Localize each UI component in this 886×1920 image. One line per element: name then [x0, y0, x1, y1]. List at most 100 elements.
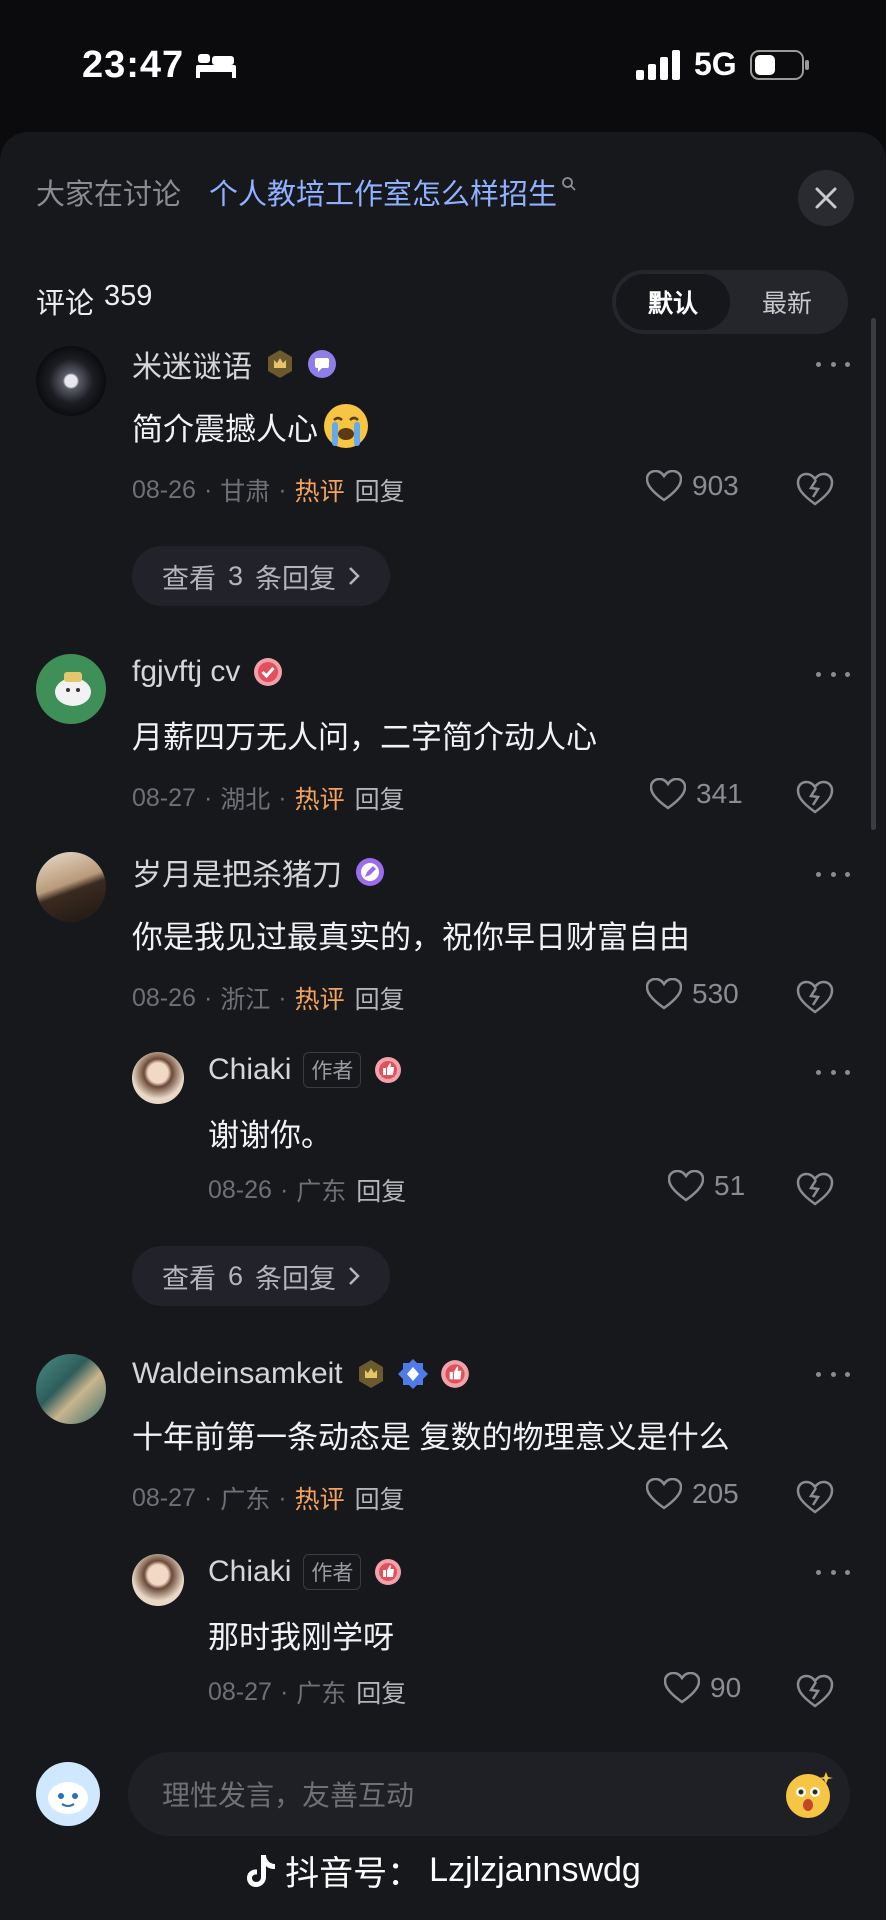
comment-author-row: 岁月是把杀猪刀: [132, 852, 396, 892]
comment-text-row: 简介震撼人心: [132, 402, 370, 450]
comment-text: 那时我刚学呀: [208, 1620, 394, 1655]
view-replies-button[interactable]: 查看 3 条回复: [132, 546, 391, 606]
more-options-button[interactable]: [816, 1562, 850, 1582]
dislike-icon[interactable]: [796, 1674, 834, 1708]
reply-button[interactable]: 回复: [355, 980, 405, 1016]
heart-icon: [646, 978, 682, 1010]
like-count: 530: [692, 978, 739, 1009]
dislike-icon[interactable]: [796, 1172, 834, 1206]
like-button[interactable]: 341: [650, 778, 743, 810]
avatar[interactable]: [36, 852, 106, 922]
view-replies-suffix: 条回复: [255, 1263, 337, 1294]
close-button[interactable]: [798, 170, 854, 226]
reply-button[interactable]: 回复: [355, 472, 405, 508]
pen-badge-icon: [354, 856, 386, 888]
avatar[interactable]: [36, 346, 106, 416]
like-button[interactable]: 530: [646, 978, 739, 1010]
heart-icon: [646, 1478, 682, 1510]
discussion-bar[interactable]: 大家在讨论 个人教培工作室怎么样招生: [36, 170, 577, 214]
like-count: 341: [696, 778, 743, 809]
comment-input[interactable]: 理性发言，友善互动: [128, 1752, 850, 1836]
chevron-right-icon: [349, 567, 360, 585]
comment-region: 广东: [296, 1680, 347, 1708]
more-options-button[interactable]: [816, 864, 850, 884]
comment-author-name[interactable]: Chiaki: [208, 1555, 291, 1589]
view-replies-count: 3: [228, 560, 244, 591]
watermark-id: Lzjlzjannswdg: [429, 1851, 641, 1889]
view-replies-count: 6: [228, 1260, 244, 1291]
like-button[interactable]: 903: [646, 470, 739, 502]
bed-icon: [196, 54, 236, 78]
comment-text: 十年前第一条动态是 复数的物理意义是什么: [132, 1420, 730, 1455]
search-icon: [562, 177, 576, 191]
comment-author-name[interactable]: fgjvftj cv: [132, 655, 240, 689]
hot-comment-badge: 热评: [294, 986, 345, 1014]
dislike-icon[interactable]: [796, 472, 834, 506]
like-button[interactable]: 205: [646, 1478, 739, 1510]
chat-badge-icon: [306, 348, 338, 380]
more-options-button[interactable]: [816, 354, 850, 374]
comment-date: 08-26: [132, 475, 196, 504]
comment-meta: 08-26 · 浙江 · 热评 回复: [132, 980, 405, 1016]
more-options-button[interactable]: [816, 1364, 850, 1384]
thumb-badge-icon: [373, 1557, 403, 1587]
comment-count: 评论 359: [36, 280, 152, 322]
avatar[interactable]: [36, 1354, 106, 1424]
comment-date: 08-26: [208, 1175, 272, 1204]
avatar[interactable]: [36, 654, 106, 724]
heart-icon: [664, 1672, 700, 1704]
comment-meta: 08-26 · 甘肃 · 热评 回复: [132, 472, 405, 508]
more-options-button[interactable]: [816, 664, 850, 684]
comment-author-name[interactable]: Chiaki: [208, 1053, 291, 1087]
like-count: 903: [692, 470, 739, 501]
reply-button[interactable]: 回复: [355, 1480, 405, 1516]
more-options-button[interactable]: [816, 1062, 850, 1082]
like-count: 90: [710, 1672, 742, 1703]
diamond-badge-icon: [397, 1358, 429, 1390]
like-button[interactable]: 90: [664, 1672, 741, 1704]
douyin-logo-icon: [247, 1854, 276, 1887]
comment-region: 广东: [296, 1178, 347, 1206]
comment-meta: 08-26 · 广东 回复: [208, 1172, 406, 1208]
reply-button[interactable]: 回复: [356, 1674, 406, 1710]
dislike-icon[interactable]: [796, 980, 834, 1014]
dislike-icon[interactable]: [796, 1480, 834, 1514]
comment-date: 08-27: [132, 783, 196, 812]
sort-latest-tab[interactable]: 最新: [730, 274, 844, 330]
comment-text: 谢谢你。: [208, 1118, 332, 1153]
discussion-topic-link[interactable]: 个人教培工作室怎么样招生: [209, 171, 557, 213]
comment-author-name[interactable]: Waldeinsamkeit: [132, 1357, 343, 1391]
my-avatar[interactable]: [36, 1762, 100, 1826]
comment-text: 月薪四万无人问，二字简介动人心: [132, 720, 597, 755]
scrollbar[interactable]: [871, 318, 876, 830]
comment-author-row: Chiaki 作者: [208, 1552, 413, 1592]
view-replies-prefix: 查看: [162, 563, 216, 594]
battery-icon: [750, 50, 809, 80]
comment-author-name[interactable]: 米迷谜语: [132, 342, 252, 386]
sort-default-tab[interactable]: 默认: [616, 274, 730, 330]
comment-author-row: Waldeinsamkeit: [132, 1354, 481, 1394]
comment-meta: 08-27 · 广东 回复: [208, 1674, 406, 1710]
view-replies-button[interactable]: 查看 6 条回复: [132, 1246, 391, 1306]
reply-button[interactable]: 回复: [355, 780, 405, 816]
reply-button[interactable]: 回复: [356, 1172, 406, 1208]
crown-badge-icon: [264, 348, 296, 380]
thumb-badge-icon: [439, 1358, 471, 1390]
like-button[interactable]: 51: [668, 1170, 745, 1202]
comment-count-label: 评论: [36, 288, 95, 320]
dislike-icon[interactable]: [796, 780, 834, 814]
comment-author-row: 米迷谜语: [132, 344, 348, 384]
comment-date: 08-27: [208, 1677, 272, 1706]
emoji-picker-icon[interactable]: [782, 1768, 834, 1820]
heart-icon: [650, 778, 686, 810]
comment-author-row: Chiaki 作者: [208, 1050, 413, 1090]
comment-author-row: fgjvftj cv: [132, 652, 294, 692]
avatar[interactable]: [132, 1052, 184, 1104]
avatar[interactable]: [132, 1554, 184, 1606]
comment-author-name[interactable]: 岁月是把杀猪刀: [132, 850, 342, 894]
heart-icon: [646, 470, 682, 502]
close-icon: [815, 187, 837, 209]
comment-date: 08-26: [132, 983, 196, 1012]
heart-icon: [668, 1170, 704, 1202]
signal-icon: [636, 50, 680, 80]
